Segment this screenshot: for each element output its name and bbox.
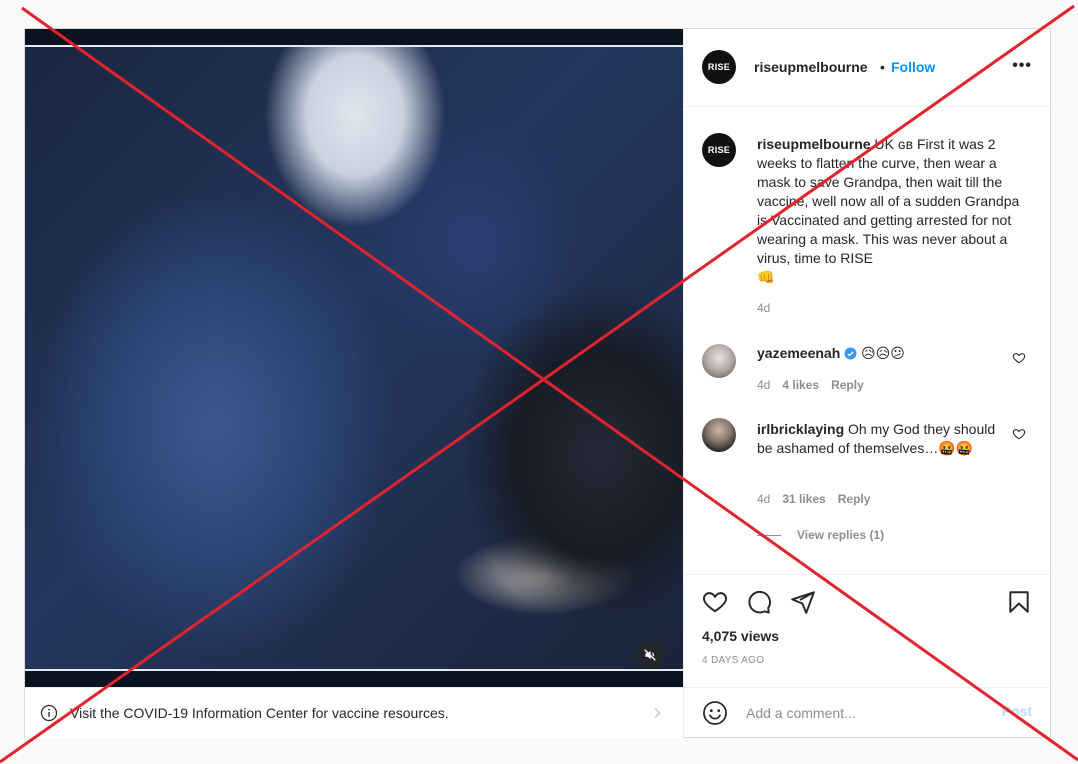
post-actions: 4,075 views 4 DAYS AGO <box>684 574 1050 687</box>
mute-button[interactable] <box>636 641 664 669</box>
comment-time[interactable]: 4d <box>757 378 770 392</box>
comment-username[interactable]: yazemeenah <box>757 345 840 361</box>
comments-list[interactable]: RISE riseupmelbourne UK ɢʙ First it was … <box>684 108 1050 574</box>
comment-likes[interactable]: 31 likes <box>782 492 825 506</box>
comment-time[interactable]: 4d <box>757 492 770 506</box>
follow-button[interactable]: Follow <box>891 59 935 75</box>
video-frame[interactable] <box>25 45 683 671</box>
avatar[interactable]: RISE <box>702 50 736 84</box>
view-replies-dash <box>757 535 781 537</box>
avatar-logo-text: RISE <box>707 145 731 155</box>
comment-body: 😥😥😕 <box>857 345 905 361</box>
info-icon <box>40 704 58 722</box>
comment-text: yazemeenah 😥😥😕 <box>757 344 997 363</box>
comment-text: irlbricklaying Oh my God they should be … <box>757 420 997 458</box>
covid-info-text: Visit the COVID-19 Information Center fo… <box>70 705 449 721</box>
comment-username[interactable]: irlbricklaying <box>757 421 844 437</box>
more-icon[interactable]: ••• <box>1012 57 1032 75</box>
post-sidebar: RISE riseupmelbourne • Follow ••• RISE r… <box>683 29 1050 737</box>
avatar-logo-text: RISE <box>707 62 731 72</box>
comment-like-heart-icon[interactable] <box>1012 351 1026 365</box>
post-media[interactable] <box>25 29 683 687</box>
comment-avatar[interactable] <box>702 344 736 378</box>
chevron-right-icon <box>654 707 661 719</box>
view-replies-button[interactable]: View replies (1) <box>757 528 884 542</box>
caption-text: riseupmelbourne UK ɢʙ First it was 2 wee… <box>757 135 1033 287</box>
header-username[interactable]: riseupmelbourne <box>754 59 868 75</box>
header-separator: • <box>880 59 885 75</box>
comment-input[interactable] <box>744 701 988 725</box>
view-replies-label: View replies (1) <box>797 528 885 542</box>
post-date[interactable]: 4 DAYS AGO <box>702 655 764 666</box>
caption-emoji: 👊 <box>757 269 775 285</box>
caption-avatar[interactable]: RISE <box>702 133 736 167</box>
heart-icon[interactable] <box>702 589 728 615</box>
smile-icon[interactable] <box>702 700 728 726</box>
verified-icon <box>844 347 857 360</box>
add-comment-bar: Post <box>684 687 1050 737</box>
comment-likes[interactable]: 4 likes <box>782 378 819 392</box>
video-border-top <box>25 45 683 47</box>
video-border-bottom <box>25 669 683 671</box>
bookmark-icon[interactable] <box>1006 589 1032 615</box>
comment-avatar[interactable] <box>702 418 736 452</box>
covid-info-bar[interactable]: Visit the COVID-19 Information Center fo… <box>25 687 683 738</box>
comment-meta: 4d 4 likes Reply <box>757 378 876 392</box>
caption-username[interactable]: riseupmelbourne <box>757 136 871 152</box>
share-icon[interactable] <box>790 589 816 615</box>
comment-like-heart-icon[interactable] <box>1012 427 1026 441</box>
post-header: RISE riseupmelbourne • Follow ••• <box>684 29 1050 107</box>
post-card: Visit the COVID-19 Information Center fo… <box>24 28 1051 738</box>
caption-body: UK ɢʙ First it was 2 weeks to flatten th… <box>757 136 1020 266</box>
view-count[interactable]: 4,075 views <box>702 628 779 644</box>
comment-meta: 4d 31 likes Reply <box>757 492 882 506</box>
mute-icon <box>644 649 656 661</box>
reply-button[interactable]: Reply <box>831 378 864 392</box>
reply-button[interactable]: Reply <box>838 492 871 506</box>
caption-timestamp[interactable]: 4d <box>757 301 770 315</box>
comment-icon[interactable] <box>746 589 772 615</box>
post-comment-button[interactable]: Post <box>1002 703 1032 719</box>
